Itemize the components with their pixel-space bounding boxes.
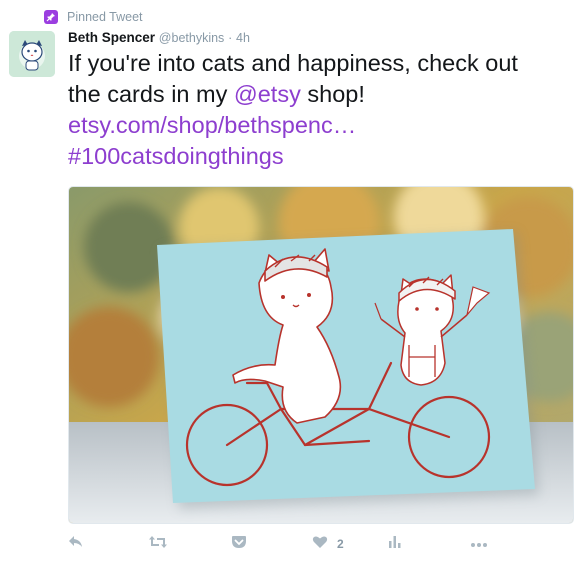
analytics-button[interactable]	[388, 533, 402, 555]
tweet-text-line2-end: shop!	[300, 81, 365, 107]
author-handle[interactable]: @bethykins	[159, 31, 225, 45]
header-separator: ·	[228, 31, 233, 45]
tweet-actions: 2	[68, 533, 578, 555]
pocket-button[interactable]	[231, 533, 247, 555]
analytics-icon	[388, 535, 402, 554]
pinned-indicator: Pinned Tweet	[44, 9, 143, 25]
author-name[interactable]: Beth Spencer	[68, 30, 155, 45]
photo-card-cats-on-tandem-bicycle	[69, 187, 573, 523]
pocket-icon	[231, 535, 247, 554]
url-link[interactable]: etsy.com/shop/bethspenc…	[68, 112, 356, 138]
avatar[interactable]	[9, 31, 55, 77]
tweet-header: Beth Spencer @bethykins · 4h	[68, 30, 250, 45]
tweet-photo[interactable]	[68, 186, 574, 524]
like-count: 2	[337, 537, 344, 551]
heart-icon	[312, 535, 328, 554]
retweet-icon	[148, 535, 168, 554]
tweet-text-line2: the cards in my @etsy shop!	[68, 79, 578, 110]
more-button[interactable]	[470, 533, 488, 555]
pin-icon	[44, 10, 58, 24]
more-icon	[470, 535, 488, 553]
pinned-tweet[interactable]: Pinned Tweet Beth Spencer @bethykins · 4…	[0, 0, 587, 565]
retweet-button[interactable]	[148, 533, 168, 555]
tweet-text-line1: If you're into cats and happiness, check…	[68, 50, 518, 76]
like-button[interactable]: 2	[312, 533, 344, 555]
tweet-text-line2-start: the cards in my	[68, 81, 234, 107]
tweet-text: If you're into cats and happiness, check…	[68, 48, 578, 172]
pinned-label: Pinned Tweet	[67, 10, 143, 24]
hashtag-link[interactable]: #100catsdoingthings	[68, 143, 284, 169]
mention-link[interactable]: @etsy	[234, 81, 301, 107]
reply-icon	[68, 535, 84, 554]
reply-button[interactable]	[68, 533, 84, 555]
tweet-timestamp[interactable]: 4h	[236, 31, 250, 45]
